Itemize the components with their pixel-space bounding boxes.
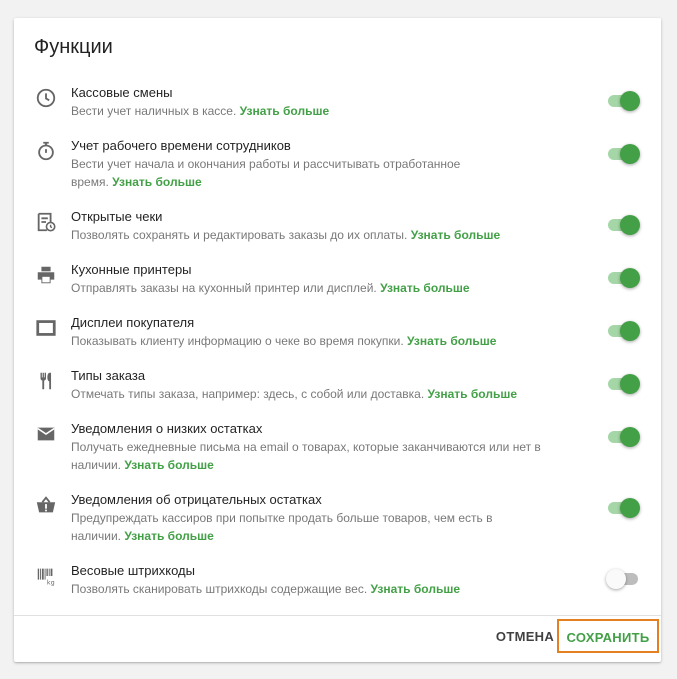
stopwatch-icon <box>34 139 58 163</box>
feature-name: Уведомления о низких остатках <box>71 421 263 436</box>
feature-name: Кухонные принтеры <box>71 262 192 277</box>
printer-icon <box>34 263 58 287</box>
footer-divider <box>14 615 661 616</box>
learn-more-link[interactable]: Узнать больше <box>428 387 517 401</box>
kitchen-printers-toggle[interactable] <box>606 267 642 289</box>
learn-more-link[interactable]: Узнать больше <box>112 175 201 189</box>
low-stock-toggle[interactable] <box>606 426 642 448</box>
feature-name: Учет рабочего времени сотрудников <box>71 138 291 153</box>
feature-name: Уведомления об отрицательных остатках <box>71 492 322 507</box>
cash-shifts-toggle[interactable] <box>606 90 642 112</box>
save-button[interactable]: СОХРАНИТЬ <box>557 619 659 653</box>
features-dialog: Функции Кассовые смены Вести учет наличн… <box>14 18 661 662</box>
customer-displays-toggle[interactable] <box>606 320 642 342</box>
feature-name: Дисплеи покупателя <box>71 315 195 330</box>
learn-more-link[interactable]: Узнать больше <box>240 104 329 118</box>
time-tracking-toggle[interactable] <box>606 143 642 165</box>
learn-more-link[interactable]: Узнать больше <box>124 529 213 543</box>
feature-desc: Позволять сохранять и редактировать зака… <box>71 228 408 242</box>
svg-text:kg: kg <box>47 578 55 586</box>
cancel-button[interactable]: ОТМЕНА <box>492 621 558 653</box>
feature-name: Открытые чеки <box>71 209 163 224</box>
feature-name: Кассовые смены <box>71 85 173 100</box>
order-types-toggle[interactable] <box>606 373 642 395</box>
display-icon <box>34 316 58 340</box>
learn-more-link[interactable]: Узнать больше <box>407 334 496 348</box>
negative-stock-toggle[interactable] <box>606 497 642 519</box>
feature-desc: Отправлять заказы на кухонный принтер ил… <box>71 281 377 295</box>
feature-desc: Позволять сканировать штрихкоды содержащ… <box>71 582 368 596</box>
feature-name: Весовые штрихкоды <box>71 563 195 578</box>
feature-desc: Вести учет наличных в кассе. <box>71 104 237 118</box>
learn-more-link[interactable]: Узнать больше <box>380 281 469 295</box>
dialog-title: Функции <box>34 36 113 58</box>
learn-more-link[interactable]: Узнать больше <box>124 458 213 472</box>
barcode-kg-icon: kg <box>34 564 58 588</box>
cutlery-icon <box>34 369 58 393</box>
feature-desc: Показывать клиенту информацию о чеке во … <box>71 334 404 348</box>
learn-more-link[interactable]: Узнать больше <box>411 228 500 242</box>
basket-alert-icon <box>34 493 58 517</box>
envelope-icon <box>34 422 58 446</box>
feature-name: Типы заказа <box>71 368 146 383</box>
clock-icon <box>34 86 58 110</box>
open-tickets-toggle[interactable] <box>606 214 642 236</box>
receipt-clock-icon <box>34 210 58 234</box>
learn-more-link[interactable]: Узнать больше <box>371 582 460 596</box>
weight-barcodes-toggle[interactable] <box>606 568 642 590</box>
feature-desc: Отмечать типы заказа, например: здесь, с… <box>71 387 425 401</box>
